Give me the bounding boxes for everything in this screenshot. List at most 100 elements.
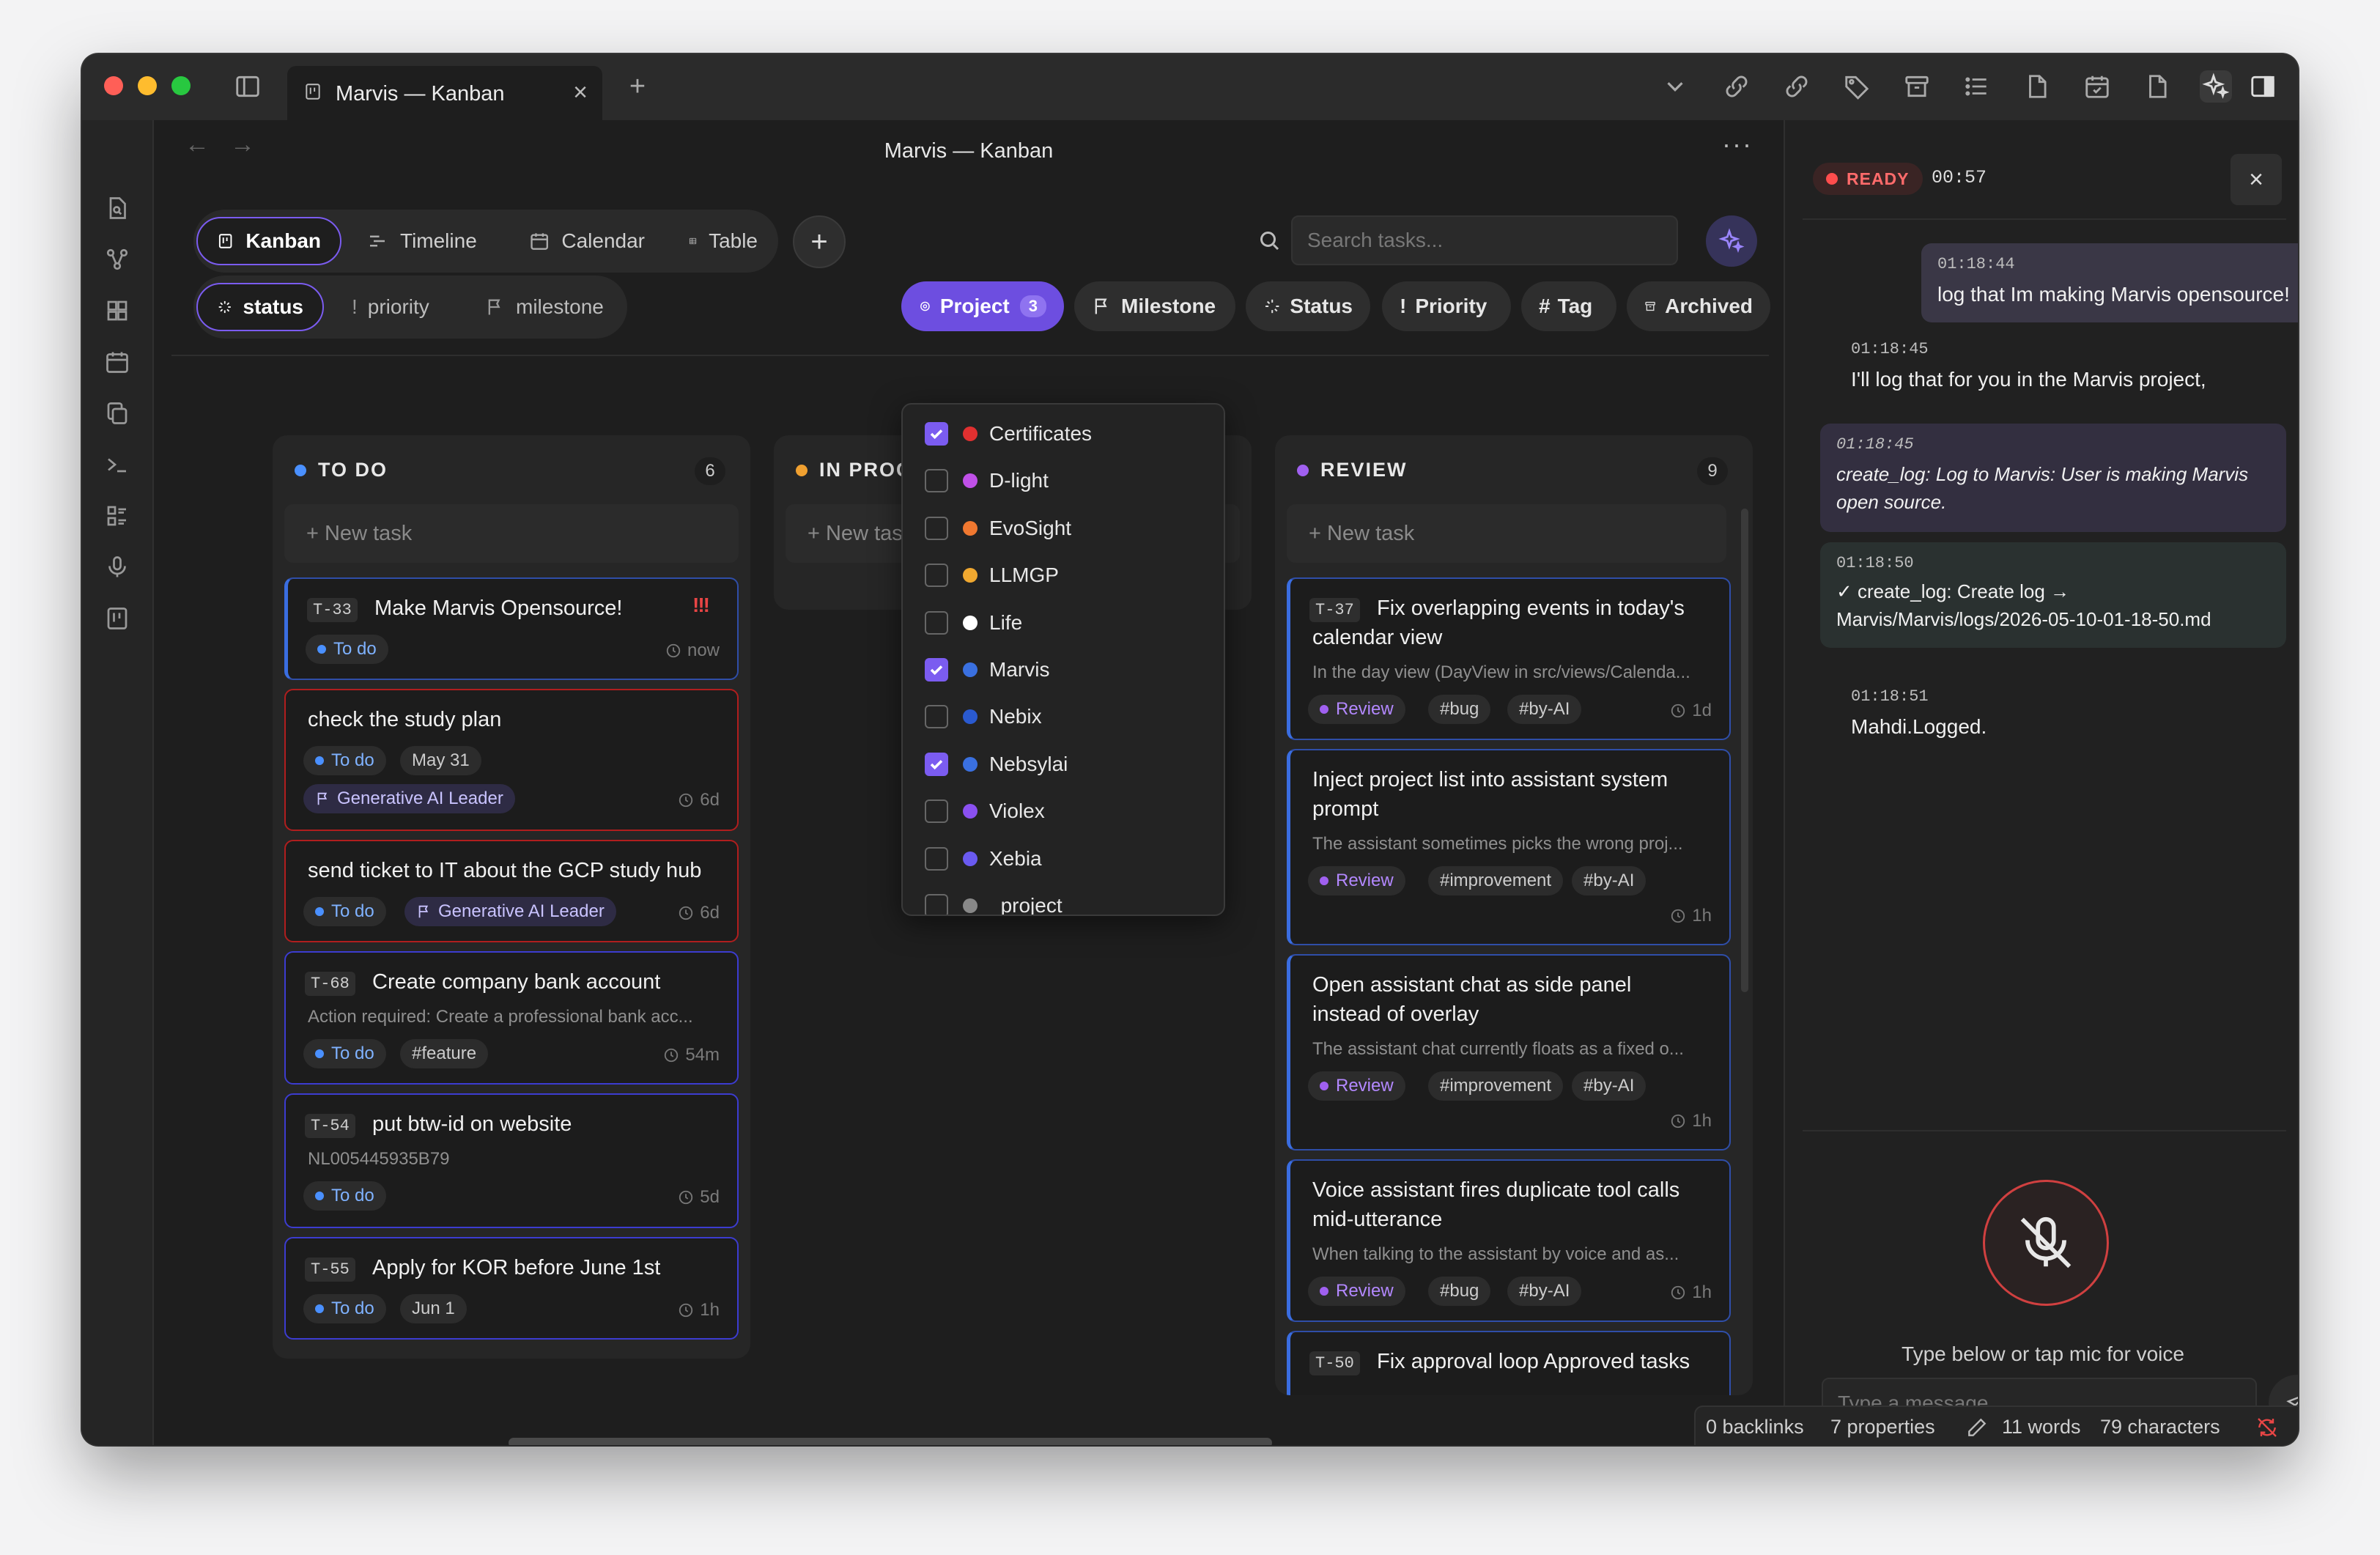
project-checkbox[interactable] [925,658,948,682]
project-option-project[interactable]: _project [903,882,1224,915]
document-icon[interactable] [2141,70,2173,103]
tab-marvis-kanban[interactable]: Marvis — Kanban × [287,66,602,120]
grid-icon[interactable] [101,295,133,327]
task-card-t54[interactable]: T-54 put btw-id on website NL005445935B7… [284,1093,739,1228]
task-description: The assistant chat currently floats as a… [1312,1039,1684,1059]
task-card-side-panel-chat[interactable]: Open assistant chat as side panel instea… [1287,954,1731,1150]
chevron-down-icon[interactable] [1659,70,1691,103]
sparkles-icon[interactable] [2200,70,2232,103]
close-window-button[interactable] [104,76,123,95]
voice-mic-button[interactable] [1983,1180,2109,1306]
project-option-label: LLMGP [989,564,1059,587]
project-option-life[interactable]: Life [903,599,1224,646]
task-card-t50[interactable]: T-50 Fix approval loop Approved tasks [1287,1331,1731,1395]
task-card-gcp-ticket[interactable]: send ticket to IT about the GCP study hu… [284,840,739,942]
task-card-duplicate-tool-calls[interactable]: Voice assistant fires duplicate tool cal… [1287,1159,1731,1322]
backlinks-count[interactable]: 0 backlinks [1706,1416,1804,1438]
sync-off-icon[interactable] [2255,1416,2279,1439]
tab-timeline[interactable]: Timeline [347,217,501,265]
task-title-continued: prompt [1312,797,1379,821]
project-option-nebix[interactable]: Nebix [903,693,1224,740]
app-window: Marvis — Kanban × + ← → Marvis — Kanban … [82,54,2298,1445]
task-title: Voice assistant fires duplicate tool cal… [1312,1178,1680,1202]
project-checkbox[interactable] [925,705,948,729]
task-card-t55[interactable]: T-55 Apply for KOR before June 1st To do… [284,1237,739,1340]
project-filter-chip[interactable]: Project 3 [901,281,1064,331]
calendar-icon[interactable] [101,346,133,378]
tab-close-icon[interactable]: × [573,79,588,106]
tag-icon[interactable] [1841,70,1873,103]
properties-count[interactable]: 7 properties [1830,1416,1935,1438]
project-option-certificates[interactable]: Certificates [903,410,1224,457]
project-option-llmgp[interactable]: LLMGP [903,552,1224,599]
project-option-xebia[interactable]: Xebia [903,835,1224,882]
task-card-t33[interactable]: T-33 Make Marvis Opensource! !!! To do n… [284,577,739,680]
ai-assistant-button[interactable] [1706,215,1757,267]
project-checkbox[interactable] [925,752,948,776]
review-new-task-button[interactable]: + New task [1287,504,1726,563]
add-view-button[interactable]: + [793,215,846,268]
list-grid-icon[interactable] [101,500,133,532]
board-horizontal-scrollbar[interactable] [509,1438,1272,1445]
terminal-icon[interactable] [101,448,133,481]
project-checkbox[interactable] [925,516,948,540]
close-panel-button[interactable]: × [2231,154,2282,205]
task-card-t37[interactable]: T-37 Fix overlapping events in today's c… [1287,577,1731,740]
priority-filter-chip[interactable]: ! Priority [1382,281,1511,331]
project-checkbox[interactable] [925,846,948,871]
review-column-scrollbar[interactable] [1741,509,1748,992]
copy-icon[interactable] [101,397,133,429]
pencil-icon[interactable] [1965,1416,1989,1439]
task-age: 6d [678,790,720,810]
tab-calendar[interactable]: Calendar [510,217,664,265]
task-id: T-55 [305,1257,355,1282]
microphone-icon[interactable] [101,551,133,583]
group-status-tab[interactable]: status [196,283,324,331]
project-option-violex[interactable]: Violex [903,788,1224,835]
new-tab-button[interactable]: + [621,70,654,103]
project-checkbox[interactable] [925,422,948,446]
task-card-t68[interactable]: T-68 Create company bank account Action … [284,951,739,1085]
graph-icon[interactable] [101,243,133,276]
search-tasks-input[interactable] [1291,215,1678,265]
maximize-window-button[interactable] [171,76,191,95]
project-checkbox[interactable] [925,894,948,915]
right-sidebar-toggle-icon[interactable] [2247,70,2279,103]
status-filter-chip[interactable]: Status [1246,281,1370,331]
project-option-marvis[interactable]: Marvis [903,646,1224,693]
project-option-d-light[interactable]: D-light [903,457,1224,504]
group-priority-tab[interactable]: ! priority [333,283,462,331]
project-checkbox[interactable] [925,564,948,588]
tab-table[interactable]: Table [670,217,777,265]
project-checkbox[interactable] [925,469,948,493]
more-options-icon[interactable]: ··· [1722,129,1753,160]
file-search-icon[interactable] [101,192,133,224]
minimize-window-button[interactable] [138,76,157,95]
task-age: now [665,640,720,661]
archived-filter-chip[interactable]: Archived [1627,281,1770,331]
tab-kanban[interactable]: Kanban [196,217,341,265]
tag-pill: #by-AI [1572,1071,1647,1101]
tag-pill: #improvement [1428,1071,1564,1101]
project-color-dot [963,615,978,630]
task-card-study-plan[interactable]: check the study plan To do May 31 Genera… [284,689,739,831]
milestone-filter-chip[interactable]: Milestone [1074,281,1235,331]
task-card-inject-project-list[interactable]: Inject project list into assistant syste… [1287,749,1731,945]
todo-new-task-button[interactable]: + New task [284,504,739,563]
tag-filter-chip[interactable]: # Tag [1521,281,1616,331]
list-icon[interactable] [1961,70,1993,103]
flag-icon [488,299,500,315]
file-icon[interactable] [2021,70,2053,103]
sidebar-toggle-icon[interactable] [232,70,264,103]
kanban-board-icon[interactable] [101,602,133,635]
project-option-evosight[interactable]: EvoSight [903,505,1224,552]
link-add-icon[interactable] [1721,70,1753,103]
flag-icon [1095,298,1107,314]
group-milestone-tab[interactable]: milestone [466,283,626,331]
project-option-nebsylai[interactable]: Nebsylai [903,741,1224,788]
project-checkbox[interactable] [925,799,948,824]
project-checkbox[interactable] [925,610,948,635]
link-icon[interactable] [1781,70,1813,103]
calendar-check-icon[interactable] [2081,70,2113,103]
archive-icon[interactable] [1901,70,1933,103]
